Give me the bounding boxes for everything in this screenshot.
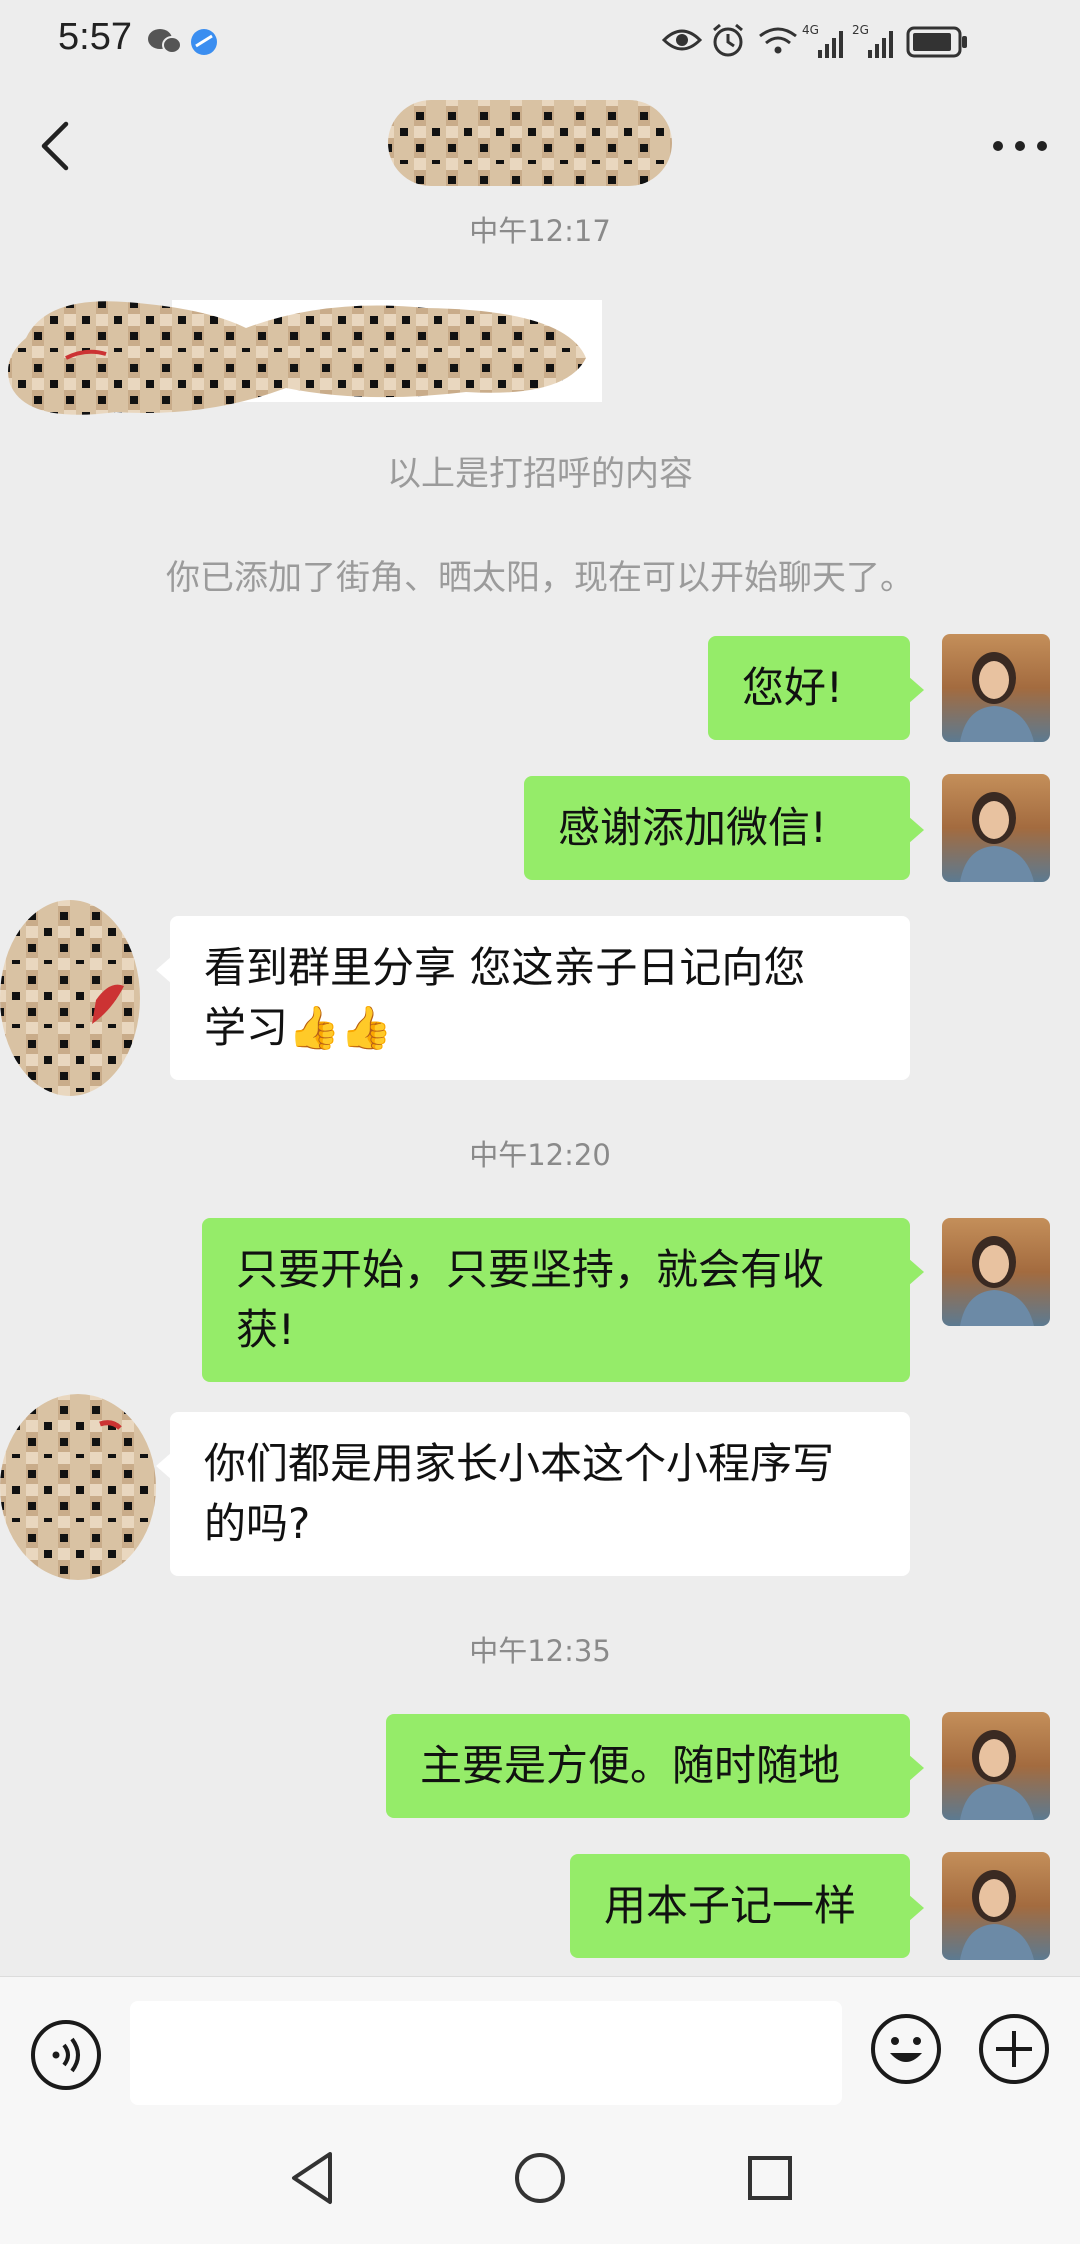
contact-message-bubble[interactable]: 看到群里分享 您这亲子日记向您 学习👍👍	[156, 916, 910, 1080]
message-text-line: 只要开始，只要坚持，就会有收	[236, 1245, 825, 1294]
circle-home-icon	[515, 2153, 565, 2203]
message-text-line: 看到群里分享 您这亲子日记向您	[204, 943, 806, 992]
svg-text:4G: 4G	[802, 23, 819, 37]
chevron-left-icon	[41, 121, 69, 171]
plus-icon	[979, 2014, 1049, 2084]
my-avatar[interactable]	[942, 1712, 1050, 1820]
more-button[interactable]	[984, 122, 1056, 170]
browser-icon	[191, 29, 217, 55]
my-avatar[interactable]	[942, 634, 1050, 742]
chat-header	[0, 82, 1080, 208]
timestamp: 中午12:17	[469, 214, 611, 248]
my-avatar[interactable]	[942, 1218, 1050, 1326]
more-dots-icon	[993, 141, 1047, 151]
message-text-line: 你们都是用家长小本这个小程序写	[204, 1439, 835, 1488]
my-message-bubble[interactable]: 主要是方便。随时随地	[386, 1714, 924, 1818]
svg-text:2G: 2G	[852, 23, 869, 37]
emoji-icon	[871, 2014, 941, 2084]
eye-icon	[662, 29, 703, 51]
back-button[interactable]	[32, 118, 80, 174]
my-message-bubble[interactable]: 您好!	[708, 636, 924, 740]
system-navigation-bar	[0, 2116, 1080, 2244]
my-message-bubble[interactable]: 用本子记一样	[570, 1854, 924, 1958]
message-text: 感谢添加微信!	[558, 803, 827, 852]
timestamp: 中午12:20	[469, 1138, 611, 1172]
system-back-button[interactable]	[284, 2146, 340, 2214]
message-input[interactable]	[130, 2001, 842, 2105]
message-text-line: 获!	[236, 1305, 295, 1354]
friend-added-note: 你已添加了街角、晒太阳，现在可以开始聊天了。	[166, 558, 914, 598]
square-recents-icon	[748, 2156, 792, 2200]
alarm-icon	[713, 23, 743, 57]
my-avatar[interactable]	[942, 1852, 1050, 1960]
triangle-back-icon	[292, 2152, 332, 2204]
wechat-icon	[148, 29, 182, 54]
chat-messages[interactable]: 中午12:17 以上是打招呼的内容 你已添加了街角、晒太阳，现在可以开始聊天了。…	[0, 208, 1080, 1976]
greeting-note: 以上是打招呼的内容	[387, 454, 693, 494]
status-bar: 5:57 4G 2G	[0, 0, 1080, 82]
voice-icon	[31, 2020, 101, 2090]
message-text-line: 学习👍👍	[204, 1003, 393, 1052]
input-bar	[0, 1976, 1080, 2117]
contact-message-bubble[interactable]: 你们都是用家长小本这个小程序写 的吗?	[156, 1412, 910, 1576]
2g-signal-icon: 2G	[852, 23, 893, 58]
redacted-greeting-message	[6, 288, 602, 436]
message-text: 主要是方便。随时随地	[420, 1741, 841, 1790]
message-text-line: 的吗?	[204, 1499, 311, 1548]
my-avatar[interactable]	[942, 774, 1050, 882]
status-time: 5:57	[58, 16, 132, 58]
contact-avatar-redacted[interactable]	[0, 1394, 156, 1580]
my-message-bubble[interactable]: 只要开始，只要坚持，就会有收 获!	[202, 1218, 924, 1382]
system-home-button[interactable]	[512, 2146, 568, 2214]
voice-button[interactable]	[28, 2017, 104, 2097]
system-recents-button[interactable]	[742, 2146, 798, 2214]
battery-icon	[906, 26, 967, 58]
more-functions-button[interactable]	[976, 2011, 1052, 2091]
contact-avatar-redacted[interactable]	[0, 900, 140, 1096]
wifi-icon	[759, 27, 797, 54]
status-app-icons	[146, 24, 226, 64]
message-text: 您好!	[742, 663, 843, 712]
4g-signal-icon: 4G	[802, 23, 843, 58]
message-text: 用本子记一样	[604, 1881, 857, 1930]
timestamp: 中午12:35	[469, 1634, 611, 1668]
contact-name-redacted	[388, 100, 672, 186]
emoji-button[interactable]	[868, 2011, 944, 2091]
my-message-bubble[interactable]: 感谢添加微信!	[524, 776, 924, 880]
status-right-icons: 4G 2G	[662, 18, 1022, 64]
